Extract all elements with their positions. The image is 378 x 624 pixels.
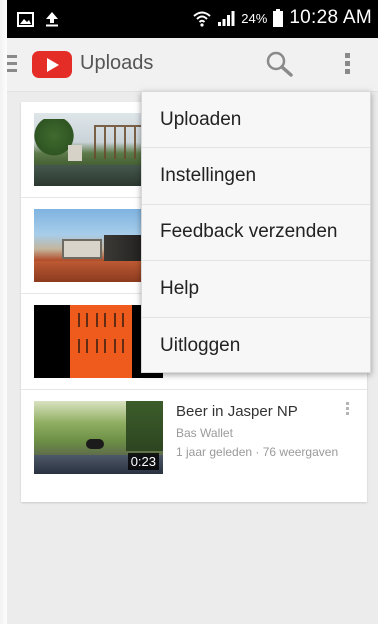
page-title: Uploads (80, 52, 154, 74)
menu-item-upload[interactable]: Uploaden (142, 92, 370, 149)
signal-icon (218, 10, 235, 26)
video-title[interactable]: Beer in Jasper NP (176, 403, 298, 420)
overflow-icon[interactable] (337, 50, 357, 80)
battery-icon (273, 9, 284, 27)
menu-item-send-feedback[interactable]: Feedback verzenden (142, 205, 370, 262)
status-bar-notifications (17, 11, 59, 27)
video-overflow-icon[interactable] (342, 400, 352, 420)
screen: 24% 10:28 AM Uploads 0:23 Beer in Jasper… (0, 0, 378, 624)
status-bar-system: 24% 10:28 AM (193, 7, 372, 29)
picture-icon (17, 11, 34, 27)
video-channel: Bas Wallet (176, 426, 233, 440)
clock: 10:28 AM (289, 7, 372, 28)
battery-percent: 24% (241, 10, 268, 26)
menu-item-settings[interactable]: Instellingen (142, 148, 370, 205)
wifi-icon (193, 11, 211, 27)
youtube-logo[interactable] (32, 51, 72, 78)
menu-item-logout[interactable]: Uitloggen (142, 318, 370, 374)
status-bar: 24% 10:28 AM (7, 0, 378, 38)
menu-icon[interactable] (7, 55, 17, 73)
app-bar: Uploads (7, 38, 378, 92)
menu-item-help[interactable]: Help (142, 261, 370, 318)
search-button[interactable] (265, 50, 299, 80)
upload-icon (46, 12, 58, 27)
video-thumbnail[interactable]: 0:23 (34, 401, 163, 474)
search-icon (266, 51, 293, 77)
overflow-menu: Uploaden Instellingen Feedback verzenden… (141, 91, 371, 373)
video-duration: 0:23 (127, 453, 159, 470)
video-meta: 1 jaar geleden · 76 weergaven (176, 445, 339, 459)
video-row[interactable]: 0:23 Beer in Jasper NP Bas Wallet 1 jaar… (21, 390, 367, 486)
